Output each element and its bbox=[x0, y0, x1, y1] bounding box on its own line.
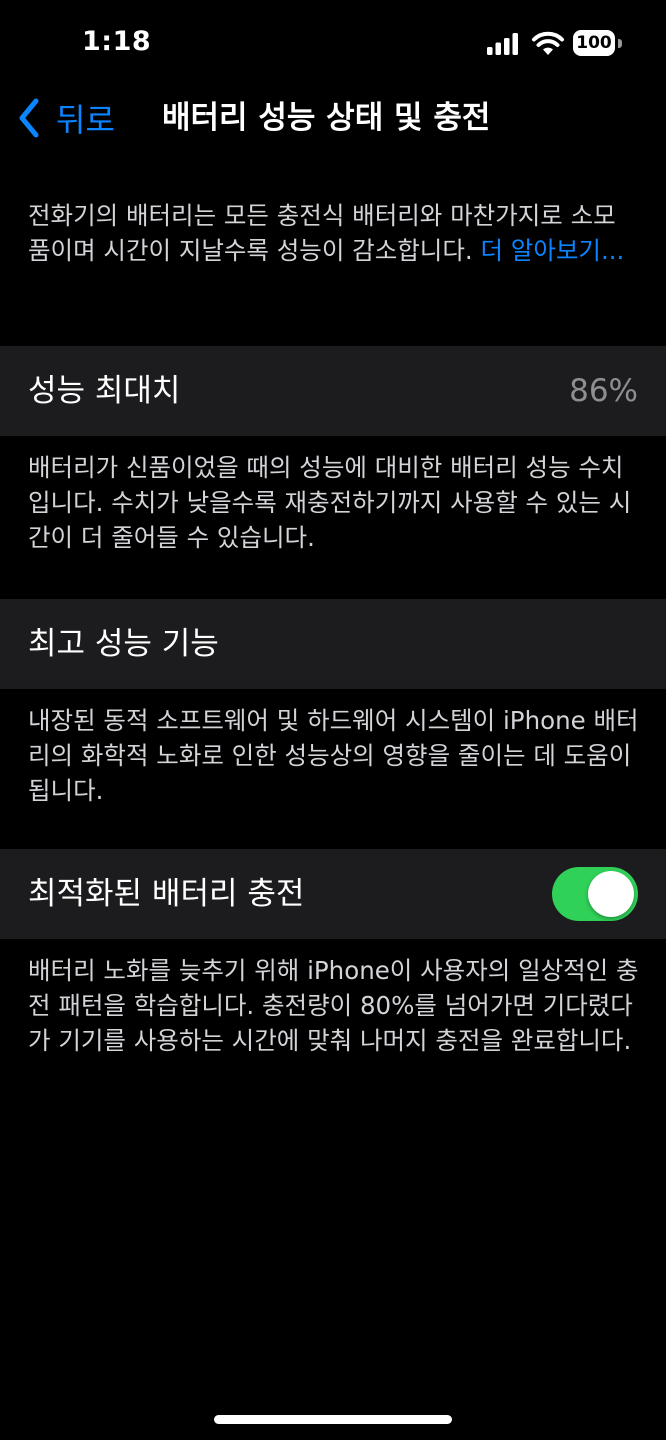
peak-performance-row: 최고 성능 기능 bbox=[0, 599, 666, 689]
learn-more-link[interactable]: 더 알아보기... bbox=[480, 236, 624, 265]
intro-text: 전화기의 배터리는 모든 충전식 배터리와 마찬가지로 소모품이며 시간이 지날… bbox=[28, 198, 638, 268]
battery-icon: 100 bbox=[573, 30, 623, 58]
peak-performance-label: 최고 성능 기능 bbox=[28, 626, 219, 662]
back-label: 뒤로 bbox=[56, 101, 115, 139]
toggle-knob bbox=[588, 871, 634, 917]
home-indicator[interactable] bbox=[214, 1415, 452, 1424]
battery-tip bbox=[618, 39, 622, 48]
peak-capacity-value: 86% bbox=[569, 373, 638, 409]
peak-capacity-row: 성능 최대치 86% bbox=[0, 346, 666, 436]
navigation-bar: 뒤로 배터리 성능 상태 및 충전 bbox=[0, 90, 666, 146]
cellular-signal-icon bbox=[487, 33, 518, 55]
optimized-charging-toggle[interactable] bbox=[552, 867, 638, 921]
optimized-charging-row: 최적화된 배터리 충전 bbox=[0, 849, 666, 939]
status-time: 1:18 bbox=[82, 26, 152, 57]
optimized-charging-footer: 배터리 노화를 늦추기 위해 iPhone이 사용자의 일상적인 충전 패턴을 … bbox=[28, 956, 639, 1055]
peak-capacity-label: 성능 최대치 bbox=[28, 373, 181, 409]
peak-capacity-footer: 배터리가 신품이었을 때의 성능에 대비한 배터리 성능 수치입니다. 수치가 … bbox=[28, 453, 632, 552]
back-button[interactable]: 뒤로 bbox=[16, 94, 115, 142]
wifi-icon bbox=[532, 31, 564, 55]
page-title: 배터리 성능 상태 및 충전 bbox=[162, 100, 491, 136]
peak-performance-footer: 내장된 동적 소프트웨어 및 하드웨어 시스템이 iPhone 배터리의 화학적… bbox=[28, 706, 639, 805]
battery-level: 100 bbox=[573, 30, 615, 56]
optimized-charging-label: 최적화된 배터리 충전 bbox=[28, 876, 305, 912]
chevron-left-icon bbox=[19, 98, 39, 138]
status-bar: 1:18 100 bbox=[0, 0, 666, 90]
